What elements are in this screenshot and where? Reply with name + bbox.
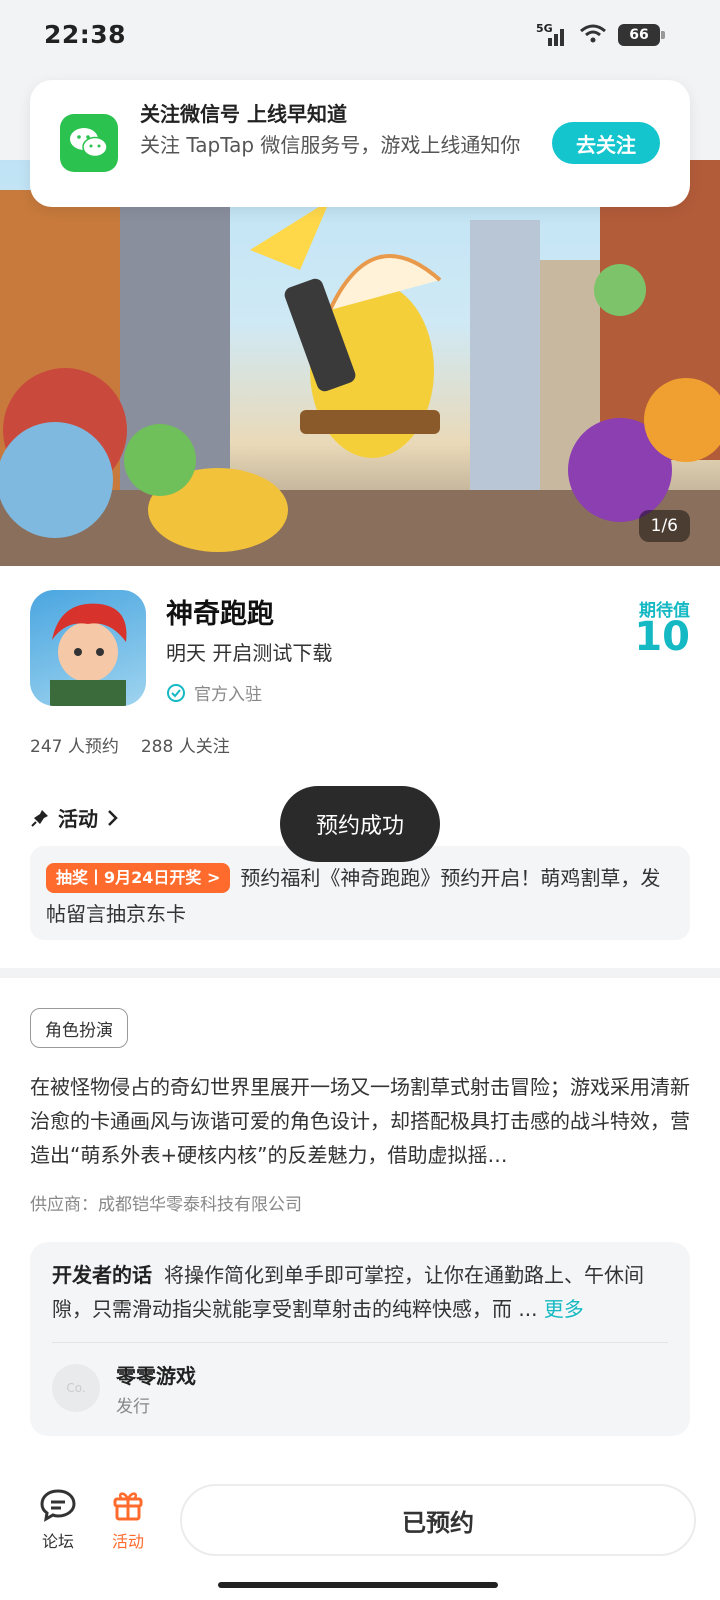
reservation-count: 247 人预约 [30,737,119,757]
forum-icon [40,1489,76,1522]
wechat-icon [60,114,118,172]
activity-header-label: 活动 [58,807,98,831]
chevron-right-icon [108,809,118,826]
gift-icon [113,1492,143,1521]
game-stats: 247 人预约 288 人关注 [30,732,230,757]
release-info: 明天 开启测试下载 [166,641,333,665]
game-title: 神奇跑跑 [166,599,274,630]
supplier-info: 供应商：成都铠华零泰科技有限公司 [30,1195,302,1215]
wechat-follow-banner[interactable]: 关注微信号 上线早知道 关注 TapTap 微信服务号，游戏上线通知你 去关注 [30,80,690,207]
section-divider [0,968,720,978]
more-link[interactable]: 更多 [544,1297,584,1321]
forum-tab[interactable]: 论坛 [28,1488,88,1552]
developer-note-label: 开发者的话 [52,1263,152,1287]
wifi-icon [578,22,608,48]
hero-banner[interactable]: 1/6 [0,160,720,566]
genre-tag[interactable]: 角色扮演 [30,1008,128,1048]
publisher-avatar[interactable]: Co. [52,1364,100,1412]
hero-illustration [0,160,720,566]
notification-title: 关注微信号 上线早知道 [140,102,347,126]
game-description[interactable]: 在被怪物侵占的奇幻世界里展开一场又一场割草式射击冒险；游戏采用清新治愈的卡通画风… [30,1070,692,1172]
reserved-button[interactable]: 已预约 [180,1484,696,1556]
toast-message: 预约成功 [280,786,440,862]
hero-page-indicator: 1/6 [638,510,690,542]
expectation-value: 10 [634,614,690,660]
notification-body: 关注 TapTap 微信服务号，游戏上线通知你 [140,133,521,157]
official-label: 官方入驻 [194,685,262,705]
activity-header[interactable]: 活动 [30,803,120,832]
follow-button[interactable]: 去关注 [552,122,660,164]
divider [52,1342,668,1343]
pin-icon [31,809,48,827]
status-icons: 5G 66 [536,22,665,48]
follower-count: 288 人关注 [140,737,230,757]
publisher-name[interactable]: 零零游戏 [116,1360,196,1389]
battery-icon: 66 [618,24,665,46]
home-indicator[interactable] [218,1582,498,1588]
activity-tab-label: 活动 [111,1532,144,1551]
activity-tab[interactable]: 活动 [98,1488,158,1552]
signal-icon: 5G [536,22,568,46]
network-type: 5G [536,22,553,35]
bottom-action-bar: 论坛 活动 已预约 [0,1464,720,1600]
forum-tab-label: 论坛 [41,1532,74,1551]
status-time: 22:38 [44,20,127,49]
official-badge: 官方入驻 [166,680,262,705]
publisher-role: 发行 [116,1397,150,1417]
verified-icon [167,683,185,702]
lottery-badge: 抽奖丨9月24日开奖 > [46,863,231,893]
game-app-icon [30,590,146,706]
developer-note: 开发者的话 将操作简化到单手即可掌控，让你在通勤路上、午休间隙，只需滑动指尖就能享… [52,1258,670,1326]
developer-note-card[interactable]: 开发者的话 将操作简化到单手即可掌控，让你在通勤路上、午休间隙，只需滑动指尖就能享… [30,1242,690,1436]
status-bar: 22:38 5G 66 [0,0,720,72]
